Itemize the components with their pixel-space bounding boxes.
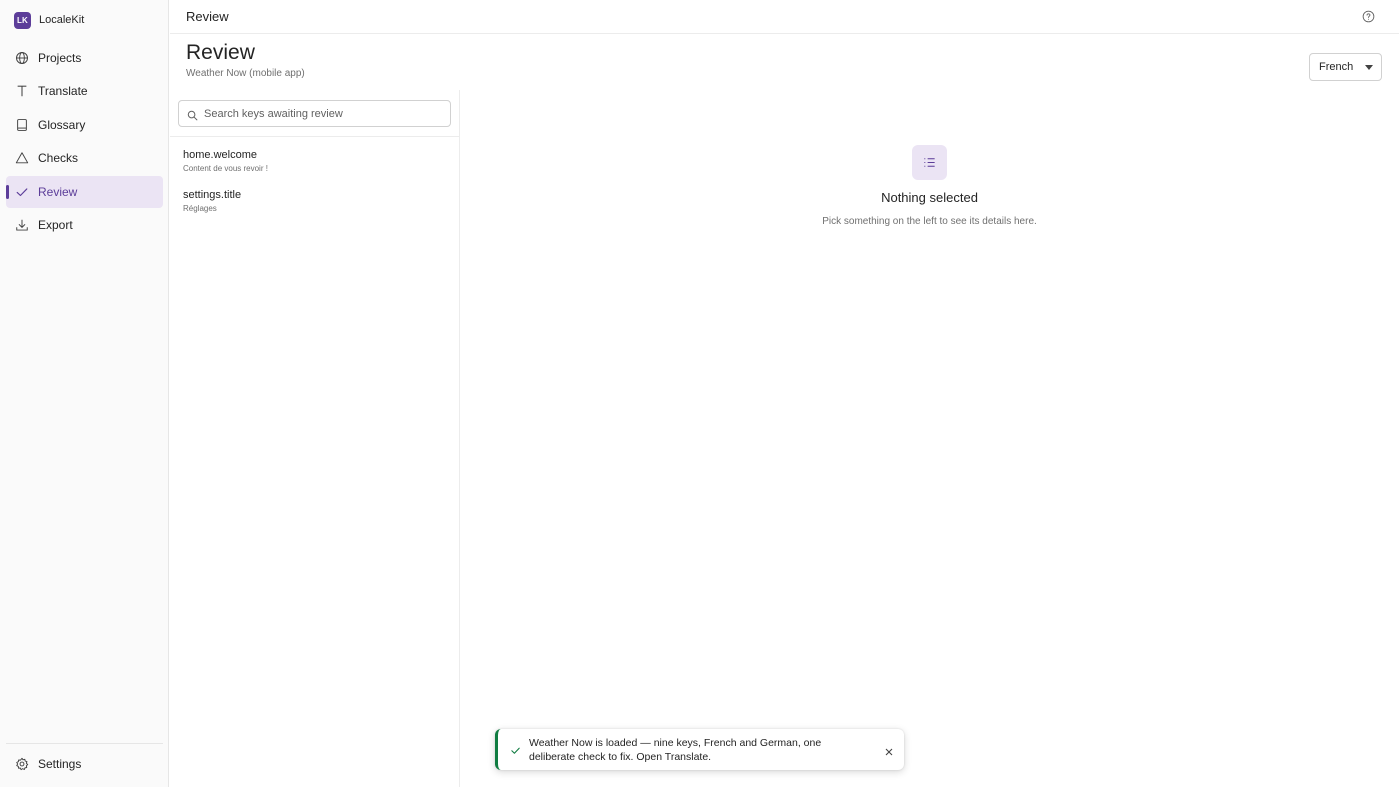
empty-state-description: Pick something on the left to see its de… xyxy=(822,216,1037,227)
app-logo: LK xyxy=(14,11,31,29)
sidebar-item-translate[interactable]: Translate xyxy=(6,75,163,107)
sidebar-item-label: Projects xyxy=(38,51,82,65)
warning-icon xyxy=(15,151,29,165)
empty-state-title: Nothing selected xyxy=(881,190,978,205)
header-title: Review xyxy=(186,9,229,24)
text-icon xyxy=(15,84,29,98)
success-check-icon xyxy=(510,743,521,754)
globe-icon xyxy=(15,51,29,65)
language-select[interactable]: French xyxy=(1309,53,1382,81)
sidebar-item-label: Checks xyxy=(38,151,79,165)
sidebar-item-label: Settings xyxy=(38,757,82,771)
sidebar-divider xyxy=(6,743,163,744)
close-icon[interactable] xyxy=(884,744,894,756)
review-list-pane: home.welcome Content de vous revoir ! se… xyxy=(170,90,460,787)
sidebar-item-checks[interactable]: Checks xyxy=(6,142,163,174)
sidebar-item-label: Review xyxy=(38,185,78,199)
item-value: Réglages xyxy=(183,204,217,213)
language-select-value: French xyxy=(1319,61,1354,73)
sidebar-item-glossary[interactable]: Glossary xyxy=(6,109,163,141)
empty-state-icon xyxy=(912,145,947,180)
search-input[interactable] xyxy=(204,107,434,120)
help-icon[interactable] xyxy=(1362,10,1375,23)
brand: LK LocaleKit xyxy=(14,11,84,29)
page-title: Review xyxy=(186,41,255,64)
app-name: LocaleKit xyxy=(39,14,85,26)
toast-message: Weather Now is loaded — nine keys, Frenc… xyxy=(529,737,822,763)
list-item[interactable]: home.welcome Content de vous revoir ! xyxy=(183,149,451,185)
sidebar-item-export[interactable]: Export xyxy=(6,209,163,241)
download-icon xyxy=(15,218,29,232)
gear-icon xyxy=(15,757,29,771)
book-icon xyxy=(15,118,29,132)
sidebar-item-label: Export xyxy=(38,218,73,232)
search-box[interactable] xyxy=(178,100,451,127)
check-icon xyxy=(15,185,29,199)
item-key: settings.title xyxy=(183,189,242,201)
sidebar-item-review[interactable]: Review xyxy=(6,176,163,208)
search-icon xyxy=(187,108,198,121)
sidebar-item-settings[interactable]: Settings xyxy=(6,748,163,780)
sidebar: LK LocaleKit Projects Translate Glossary… xyxy=(0,0,169,787)
chevron-down-icon xyxy=(1365,65,1373,70)
toast-notification: Weather Now is loaded — nine keys, Frenc… xyxy=(495,729,904,770)
top-bar: Review xyxy=(170,0,1399,34)
list-divider xyxy=(170,136,460,137)
list-item[interactable]: settings.title Réglages xyxy=(183,189,451,225)
sidebar-item-label: Glossary xyxy=(38,118,86,132)
list-icon xyxy=(924,158,935,167)
sidebar-item-projects[interactable]: Projects xyxy=(6,42,163,74)
page-subtitle: Weather Now (mobile app) xyxy=(186,68,305,79)
item-value: Content de vous revoir ! xyxy=(183,164,268,173)
sidebar-item-label: Translate xyxy=(38,84,88,98)
item-key: home.welcome xyxy=(183,149,257,161)
